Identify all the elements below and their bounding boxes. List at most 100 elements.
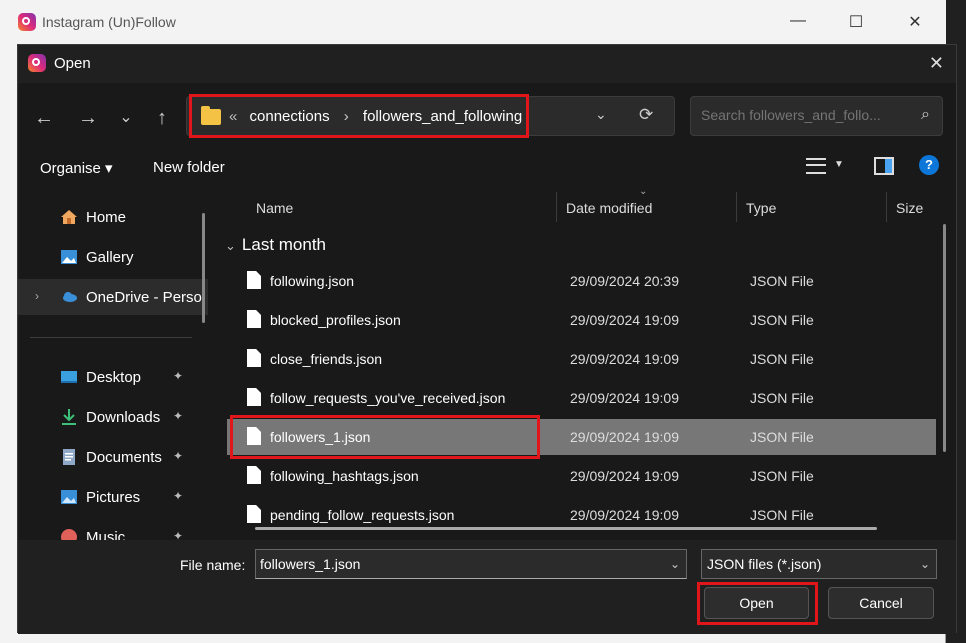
open-button-highlight-box	[697, 582, 818, 625]
file-type: JSON File	[750, 468, 814, 484]
file-date: 29/09/2024 19:09	[570, 468, 679, 484]
column-header-type[interactable]: Type	[746, 200, 776, 216]
pin-icon: ✦	[173, 369, 184, 383]
back-arrow-icon[interactable]: ←	[32, 107, 56, 130]
forward-arrow-icon[interactable]: →	[76, 107, 100, 130]
sort-caret-icon: ⌄	[639, 190, 648, 197]
column-header-date[interactable]: Date modified	[566, 200, 652, 216]
search-box: ⌕	[690, 96, 943, 136]
vertical-scrollbar[interactable]	[943, 224, 946, 452]
help-icon[interactable]: ?	[919, 155, 939, 175]
view-options-icon[interactable]	[806, 158, 826, 174]
file-row[interactable]: following.json 29/09/2024 20:39 JSON Fil…	[227, 263, 936, 299]
cloud-icon	[60, 288, 78, 306]
sidebar-item-documents[interactable]: Documents ✦	[18, 439, 194, 475]
recent-locations-icon[interactable]: ⌄	[114, 107, 138, 127]
expand-chevron-icon[interactable]: ›	[35, 289, 39, 303]
file-name: pending_follow_requests.json	[270, 507, 455, 523]
file-name: following_hashtags.json	[270, 468, 419, 484]
app-close-button[interactable]: ✕	[905, 12, 925, 32]
up-arrow-icon[interactable]: ↑	[150, 107, 174, 130]
column-header-name[interactable]: Name	[256, 200, 293, 216]
music-icon	[60, 528, 78, 540]
file-list: ⌄ Name Date modified Type Size ⌄ Last mon…	[215, 190, 946, 536]
sidebar-item-label: Downloads	[86, 409, 161, 426]
sidebar-item-music[interactable]: Music ✦	[18, 519, 194, 540]
sidebar-item-label: Music	[86, 529, 126, 540]
file-date: 29/09/2024 19:09	[570, 390, 679, 406]
column-divider[interactable]	[556, 192, 557, 222]
file-date: 29/09/2024 19:09	[570, 429, 679, 445]
file-name: following.json	[270, 273, 355, 289]
sidebar-item-label: Gallery	[86, 249, 134, 266]
sidebar-item-home[interactable]: Home	[18, 199, 194, 235]
file-type: JSON File	[750, 351, 814, 367]
file-icon	[247, 271, 261, 289]
documents-icon	[60, 448, 78, 466]
pictures-icon	[60, 488, 78, 506]
preview-pane-icon[interactable]	[874, 157, 894, 175]
group-header-last-month[interactable]: ⌄ Last month	[225, 235, 326, 255]
new-folder-button[interactable]: New folder	[153, 159, 225, 176]
cancel-button[interactable]: Cancel	[828, 587, 934, 619]
file-type: JSON File	[750, 507, 814, 523]
address-highlight-box	[189, 94, 529, 138]
file-row[interactable]: following_hashtags.json 29/09/2024 19:09…	[227, 458, 936, 494]
pin-icon: ✦	[173, 529, 184, 540]
gallery-icon	[60, 248, 78, 266]
file-name: blocked_profiles.json	[270, 312, 401, 328]
download-icon	[60, 408, 78, 426]
file-name: follow_requests_you've_received.json	[270, 390, 506, 406]
toolbar: Organise ▾ New folder ▼ ?	[18, 149, 956, 185]
file-type-value: JSON files (*.json)	[707, 556, 822, 572]
address-dropdown-icon[interactable]: ⌄	[595, 106, 607, 123]
file-row[interactable]: blocked_profiles.json 29/09/2024 19:09 J…	[227, 302, 936, 338]
file-icon	[247, 505, 261, 523]
file-date: 29/09/2024 19:09	[570, 312, 679, 328]
file-date: 29/09/2024 19:09	[570, 351, 679, 367]
file-name-input[interactable]	[260, 556, 650, 572]
instagram-icon	[18, 13, 36, 31]
dialog-close-icon[interactable]: ✕	[929, 53, 944, 74]
minimize-button[interactable]: —	[788, 12, 808, 30]
sidebar-item-label: Home	[86, 209, 127, 226]
refresh-icon[interactable]: ⟳	[639, 105, 653, 125]
column-headers: ⌄ Name Date modified Type Size	[215, 190, 946, 226]
file-icon	[247, 466, 261, 484]
organise-button[interactable]: Organise ▾	[40, 159, 113, 177]
horizontal-scrollbar[interactable]	[255, 527, 877, 530]
collapse-chevron-icon: ⌄	[225, 238, 236, 253]
maximize-button[interactable]: ☐	[846, 12, 866, 32]
pin-icon: ✦	[173, 409, 184, 423]
file-row[interactable]: follow_requests_you've_received.json 29/…	[227, 380, 936, 416]
column-divider[interactable]	[736, 192, 737, 222]
group-label: Last month	[241, 235, 327, 254]
file-icon	[247, 310, 261, 328]
sidebar-item-pictures[interactable]: Pictures ✦	[18, 479, 194, 515]
sidebar-item-label: OneDrive - Perso	[86, 289, 202, 306]
column-header-size[interactable]: Size	[896, 200, 923, 216]
desktop-icon	[60, 368, 78, 386]
dialog-footer: File name: ⌄ JSON files (*.json) ⌄ Open …	[18, 540, 956, 634]
sidebar-item-downloads[interactable]: Downloads ✦	[18, 399, 194, 435]
sidebar-divider	[30, 337, 192, 338]
file-row[interactable]: close_friends.json 29/09/2024 19:09 JSON…	[227, 341, 936, 377]
file-name-label: File name:	[180, 557, 246, 573]
home-icon	[60, 208, 78, 226]
address-bar[interactable]: « connections › followers_and_following …	[186, 94, 675, 138]
file-type: JSON File	[750, 390, 814, 406]
sidebar-item-gallery[interactable]: Gallery	[18, 239, 194, 275]
file-icon	[247, 388, 261, 406]
sidebar-item-label: Desktop	[86, 369, 142, 386]
sidebar-item-desktop[interactable]: Desktop ✦	[18, 359, 194, 395]
file-date: 29/09/2024 19:09	[570, 507, 679, 523]
file-icon	[247, 349, 261, 367]
column-divider[interactable]	[886, 192, 887, 222]
search-input[interactable]	[701, 107, 901, 123]
file-type-select[interactable]: JSON files (*.json) ⌄	[701, 549, 937, 579]
view-caret-icon[interactable]: ▼	[834, 159, 844, 170]
sidebar-scrollbar[interactable]	[202, 213, 205, 323]
file-name-dropdown-icon[interactable]: ⌄	[670, 557, 680, 571]
sidebar-item-onedrive[interactable]: › OneDrive - Perso	[18, 279, 208, 315]
navigation-pane: Home Gallery › OneDrive - Perso Desktop …	[18, 195, 208, 540]
